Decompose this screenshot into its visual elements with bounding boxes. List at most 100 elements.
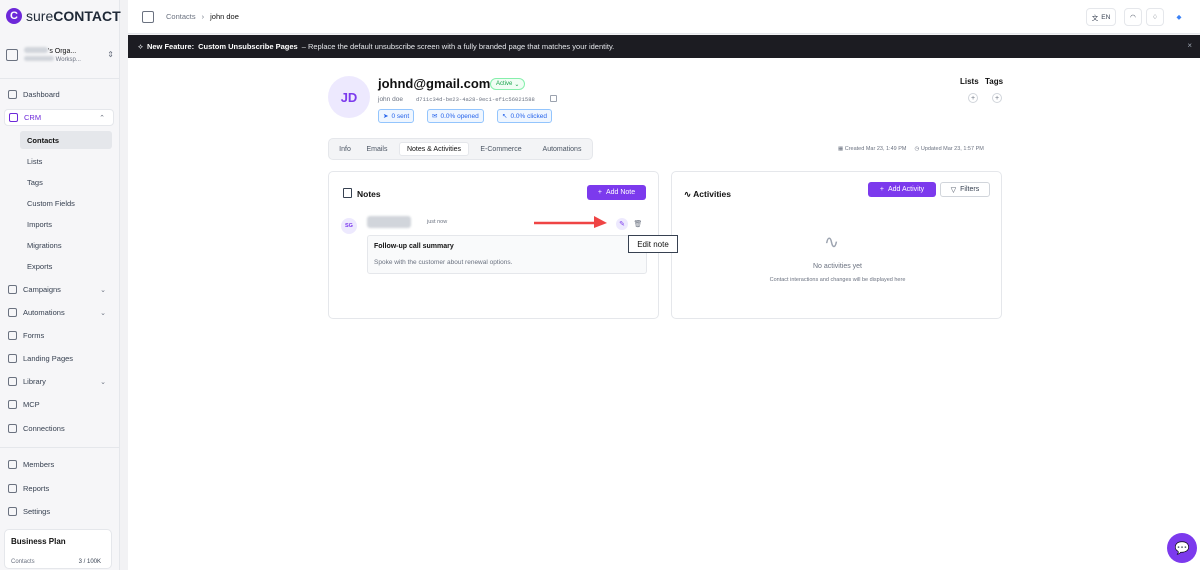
sidebar-sub-tags[interactable]: Tags: [20, 173, 112, 191]
sidebar-sub-imports[interactable]: Imports: [20, 215, 112, 233]
edit-note-tooltip: Edit note: [628, 235, 678, 253]
form-icon: [8, 331, 17, 340]
blurred-name: [24, 47, 48, 53]
contact-tabs: Info Emails Notes & Activities E-Commerc…: [328, 138, 593, 160]
notes-title: Notes: [357, 189, 381, 199]
contact-avatar: JD: [328, 76, 370, 118]
sidebar-sub-migrations[interactable]: Migrations: [20, 236, 112, 254]
status-badge[interactable]: Active ⌄: [490, 78, 526, 90]
empty-subtitle: Contact interactions and changes will be…: [769, 277, 906, 283]
language-button[interactable]: 文 EN: [1086, 8, 1116, 26]
close-icon[interactable]: ×: [1187, 41, 1192, 50]
stat-sent: ➤ 0 sent: [378, 109, 415, 123]
sidebar-sub-custom-fields[interactable]: Custom Fields: [20, 194, 112, 212]
mcp-icon: [8, 400, 17, 409]
notifications-button[interactable]: ♢: [1146, 8, 1164, 26]
org-name: 's Orga...: [48, 48, 77, 55]
layout-icon: [8, 354, 17, 363]
copy-icon[interactable]: [550, 95, 557, 102]
chevron-down-icon: ⌄: [100, 378, 106, 386]
add-note-button[interactable]: + Add Note: [587, 185, 646, 200]
contact-email: johnd@gmail.com: [378, 76, 491, 91]
pulse-icon: ∿: [824, 232, 840, 252]
brand-suffix: CONTACT: [53, 8, 121, 24]
breadcrumb-separator: ›: [201, 12, 205, 21]
contact-id: d711c34d-be23-4a28-9ec1-ef1c56021588: [416, 96, 535, 103]
note-time: just now: [427, 219, 448, 225]
calendar-icon: ▦: [838, 146, 844, 152]
plus-icon: +: [597, 189, 602, 196]
sidebar-item-campaigns[interactable]: Campaigns ⌄: [4, 281, 114, 298]
app-root: C sureCONTACT 's Orga... Worksp... ⇕ Das…: [0, 0, 1200, 570]
activity-icon: ∿: [684, 189, 692, 199]
brand-icon: ◆: [1176, 14, 1182, 21]
sidebar-item-settings[interactable]: Settings: [4, 503, 114, 520]
sidebar-sub-exports[interactable]: Exports: [20, 257, 112, 275]
members-icon: [8, 460, 17, 469]
feature-banner: ⟡ New Feature: Custom Unsubscribe Pages …: [128, 35, 1200, 58]
empty-title: No activities yet: [812, 263, 863, 270]
add-activity-button[interactable]: + Add Activity: [868, 182, 936, 197]
note-body: Spoke with the customer about renewal op…: [374, 259, 513, 266]
updated-date: Updated Mar 23, 1:57 PM: [920, 146, 984, 152]
sidebar-item-forms[interactable]: Forms: [4, 327, 114, 344]
grid-icon: [8, 90, 17, 99]
sidebar-item-connections[interactable]: Connections: [4, 420, 114, 437]
org-sub: Worksp...: [55, 57, 81, 63]
app-logo-button[interactable]: ◆: [1170, 8, 1188, 26]
tab-info[interactable]: Info: [333, 142, 357, 156]
chevron-up-icon: ⌃: [99, 114, 105, 122]
building-icon: [6, 49, 18, 61]
clock-icon: ◷: [914, 146, 920, 152]
sidebar-item-members[interactable]: Members: [4, 456, 114, 473]
sidebar-item-dashboard[interactable]: Dashboard: [4, 86, 114, 103]
tab-emails[interactable]: Emails: [362, 142, 392, 156]
headset-icon: ◠: [1130, 14, 1136, 21]
sidebar-item-mcp[interactable]: MCP: [4, 396, 114, 413]
logo-icon: C: [6, 8, 22, 24]
sidebar-sub-lists[interactable]: Lists: [20, 152, 112, 170]
edit-note-icon[interactable]: ✎: [616, 218, 628, 230]
mail-open-icon: ✉: [432, 113, 438, 120]
trash-icon[interactable]: 🗑: [632, 218, 644, 230]
plan-title: Business Plan: [11, 537, 66, 546]
plan-card: Business Plan Contacts 3 / 100K: [4, 529, 112, 569]
sidebar: C sureCONTACT 's Orga... Worksp... ⇕ Das…: [0, 0, 121, 570]
activities-title: Activities: [693, 189, 731, 199]
sidebar-item-reports[interactable]: Reports: [4, 480, 114, 497]
tab-ecommerce[interactable]: E-Commerce: [476, 142, 526, 156]
plug-icon: [8, 424, 17, 433]
plan-contacts-label: Contacts: [11, 559, 35, 565]
sidebar-toggle-icon[interactable]: [142, 11, 154, 23]
breadcrumb-contacts[interactable]: Contacts: [166, 12, 196, 21]
sidebar-item-landing-pages[interactable]: Landing Pages: [4, 350, 114, 367]
sidebar-sub-contacts[interactable]: Contacts: [20, 131, 112, 149]
document-icon: [343, 188, 352, 198]
sparkle-icon: ⟡: [138, 41, 143, 51]
logo[interactable]: C sureCONTACT: [6, 8, 121, 24]
chevron-updown-icon: ⇕: [107, 50, 114, 59]
divider: [0, 447, 120, 448]
add-list-button[interactable]: +: [968, 93, 978, 103]
sidebar-item-crm[interactable]: CRM ⌃: [4, 109, 114, 126]
help-button[interactable]: ◠: [1124, 8, 1142, 26]
cursor-icon: ↖: [502, 113, 508, 120]
library-icon: [8, 377, 17, 386]
chat-support-button[interactable]: 💬: [1167, 533, 1197, 563]
bell-icon: ♢: [1152, 14, 1158, 21]
plan-contacts-value: 3 / 100K: [78, 559, 101, 565]
sidebar-item-automations[interactable]: Automations ⌄: [4, 304, 114, 321]
workflow-icon: [8, 308, 17, 317]
chevron-down-icon: ⌄: [100, 286, 106, 294]
created-date: Created Mar 23, 1:49 PM: [844, 146, 907, 152]
stat-clicked: ↖ 0.0% clicked: [497, 109, 552, 123]
sidebar-item-library[interactable]: Library ⌄: [4, 373, 114, 390]
chat-icon: 💬: [1174, 541, 1190, 555]
tab-notes-activities[interactable]: Notes & Activities: [399, 142, 469, 156]
tab-automations[interactable]: Automations: [536, 142, 588, 156]
add-tag-button[interactable]: +: [992, 93, 1002, 103]
note-author-blurred: [367, 216, 411, 228]
filter-icon: ▽: [950, 186, 957, 194]
org-switcher[interactable]: 's Orga... Worksp... ⇕: [6, 44, 116, 66]
filters-button[interactable]: ▽ Filters: [940, 182, 990, 197]
